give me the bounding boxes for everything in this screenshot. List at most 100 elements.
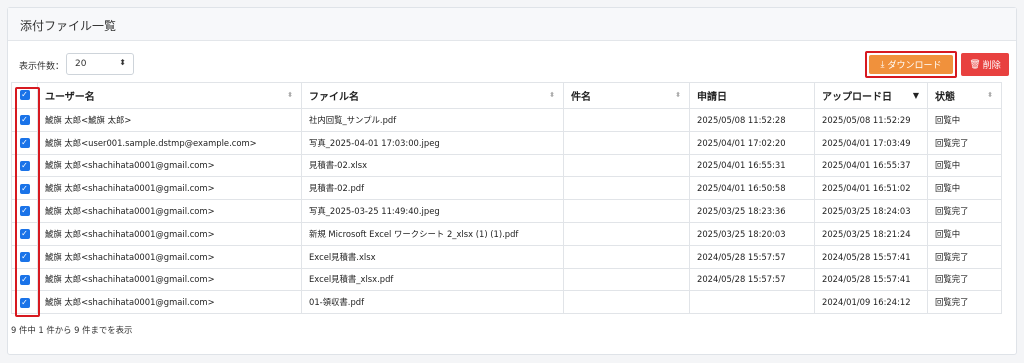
page-length-select[interactable]: 20 ⬍	[66, 53, 134, 75]
cell-status: 回覧完了	[927, 130, 1002, 155]
table-body: ✓ 鯱旗 太郎<鯱旗 太郎> 社内回覧_サンプル.pdf 2025/05/08 11:…	[11, 108, 1002, 315]
table-row[interactable]: ✓ 鯱旗 太郎<鯱旗 太郎> 社内回覧_サンプル.pdf 2025/05/08 11:…	[11, 108, 1002, 132]
page-length-label: 表示件数：	[19, 62, 65, 72]
column-header-filename[interactable]: ファイル名 ⬍	[301, 82, 564, 109]
cell-status: 回覧中	[927, 176, 1002, 201]
cell-applied-date: 2025/03/25 18:23:36	[689, 199, 815, 223]
cell-subject	[563, 221, 690, 246]
table-row[interactable]: ✓ 鯱旗 太郎<user001.sample.dstmp@example.com>…	[11, 130, 1002, 155]
cell-user: 鯱旗 太郎<shachihata0001@gmail.com>	[37, 267, 302, 292]
cell-applied-date: 2024/05/28 15:57:57	[689, 267, 815, 292]
checkbox-checked-icon: ✓	[19, 274, 30, 285]
cell-user: 鯱旗 太郎<shachihata0001@gmail.com>	[37, 290, 302, 315]
delete-label: 削除	[982, 61, 1001, 71]
cell-applied-date: 2025/04/01 16:55:31	[689, 153, 815, 178]
cell-subject	[563, 267, 690, 292]
cell-upload-date: 2025/05/08 11:52:29	[814, 108, 928, 132]
cell-filename: 写真_2025-03-25 11:49:40.jpeg	[301, 199, 564, 223]
page-length-value: 20	[75, 59, 87, 69]
cell-upload-date: 2025/04/01 17:03:49	[814, 130, 928, 155]
cell-user: 鯱旗 太郎<shachihata0001@gmail.com>	[37, 176, 302, 201]
cell-subject	[563, 108, 690, 132]
attachments-table: ✓ ユーザー名 ⬍ ファイル名 ⬍ 件名 ⬍ 申請日 アップロード日 ▼ 状態 ⬍ ✓ 鯱旗…	[11, 82, 1002, 315]
cell-subject	[563, 244, 690, 269]
table-row[interactable]: ✓ 鯱旗 太郎<shachihata0001@gmail.com> 新規 Micro…	[11, 221, 1002, 246]
sort-desc-icon: ▼	[912, 91, 919, 100]
table-row[interactable]: ✓ 鯱旗 太郎<shachihata0001@gmail.com> 写真_2025-…	[11, 199, 1002, 223]
cell-upload-date: 2025/04/01 16:55:37	[814, 153, 928, 178]
cell-status: 回覧完了	[927, 244, 1002, 269]
cell-subject	[563, 130, 690, 155]
cell-user: 鯱旗 太郎<鯱旗 太郎>	[37, 108, 302, 132]
row-checkbox[interactable]: ✓	[11, 176, 38, 201]
cell-upload-date: 2024/05/28 15:57:41	[814, 244, 928, 269]
row-checkbox[interactable]: ✓	[11, 267, 38, 292]
column-header-subject[interactable]: 件名 ⬍	[563, 82, 690, 109]
cell-applied-date: 2025/04/01 17:02:20	[689, 130, 815, 155]
cell-subject	[563, 290, 690, 315]
table-row[interactable]: ✓ 鯱旗 太郎<shachihata0001@gmail.com> Excel見積書…	[11, 244, 1002, 269]
cell-status: 回覧完了	[927, 267, 1002, 292]
cell-subject	[563, 153, 690, 178]
sort-icon: ⬍	[987, 91, 993, 99]
download-highlight-box: ⤓ ダウンロード	[865, 51, 957, 78]
cell-filename: Excel見積書_xlsx.pdf	[301, 267, 564, 292]
download-button[interactable]: ⤓ ダウンロード	[869, 55, 953, 74]
row-checkbox[interactable]: ✓	[11, 221, 38, 246]
table-row[interactable]: ✓ 鯱旗 太郎<shachihata0001@gmail.com> Excel見積書…	[11, 267, 1002, 292]
table-row[interactable]: ✓ 鯱旗 太郎<shachihata0001@gmail.com> 01-領収書.p…	[11, 290, 1002, 315]
cell-filename: 新規 Microsoft Excel ワークシート 2_xlsx (1) (1)…	[301, 221, 564, 246]
cell-user: 鯱旗 太郎<shachihata0001@gmail.com>	[37, 221, 302, 246]
column-header-user[interactable]: ユーザー名 ⬍	[37, 82, 302, 109]
cell-applied-date	[689, 290, 815, 315]
column-header-status[interactable]: 状態 ⬍	[927, 82, 1002, 109]
cell-upload-date: 2025/03/25 18:24:03	[814, 199, 928, 223]
select-all-checkbox[interactable]: ✓	[11, 82, 38, 109]
download-label: ダウンロード	[887, 61, 942, 71]
delete-button[interactable]: 🗑 削除	[961, 53, 1009, 76]
cell-user: 鯱旗 太郎<user001.sample.dstmp@example.com>	[37, 130, 302, 155]
cell-subject	[563, 199, 690, 223]
cell-applied-date: 2025/03/25 18:20:03	[689, 221, 815, 246]
row-checkbox[interactable]: ✓	[11, 108, 38, 132]
checkbox-checked-icon: ✓	[19, 90, 30, 100]
row-checkbox[interactable]: ✓	[11, 244, 38, 269]
cell-user: 鯱旗 太郎<shachihata0001@gmail.com>	[37, 153, 302, 178]
cell-filename: 01-領収書.pdf	[301, 290, 564, 315]
checkbox-checked-icon: ✓	[19, 115, 30, 126]
row-checkbox[interactable]: ✓	[11, 130, 38, 155]
cell-status: 回覧中	[927, 221, 1002, 246]
cell-filename: 見積書-02.pdf	[301, 176, 564, 201]
cell-user: 鯱旗 太郎<shachihata0001@gmail.com>	[37, 199, 302, 223]
trash-icon: 🗑	[969, 59, 981, 70]
cell-filename: 見積書-02.xlsx	[301, 153, 564, 178]
column-header-upload-date[interactable]: アップロード日 ▼	[814, 82, 928, 109]
table-info: 9 件中 1 件から 9 件までを表示	[11, 325, 133, 335]
cell-status: 回覧中	[927, 108, 1002, 132]
cell-filename: Excel見積書.xlsx	[301, 244, 564, 269]
checkbox-checked-icon: ✓	[19, 206, 30, 217]
row-checkbox[interactable]: ✓	[11, 199, 38, 223]
cell-applied-date: 2024/05/28 15:57:57	[689, 244, 815, 269]
checkbox-checked-icon: ✓	[19, 229, 30, 240]
cell-status: 回覧完了	[927, 199, 1002, 223]
cell-status: 回覧完了	[927, 290, 1002, 315]
cell-subject	[563, 176, 690, 201]
table-row[interactable]: ✓ 鯱旗 太郎<shachihata0001@gmail.com> 見積書-02.p…	[11, 176, 1002, 201]
cell-upload-date: 2025/04/01 16:51:02	[814, 176, 928, 201]
table-row[interactable]: ✓ 鯱旗 太郎<shachihata0001@gmail.com> 見積書-02.x…	[11, 153, 1002, 178]
sort-icon: ⬍	[549, 91, 555, 99]
cell-filename: 写真_2025-04-01 17:03:00.jpeg	[301, 130, 564, 155]
row-checkbox[interactable]: ✓	[11, 153, 38, 178]
checkbox-checked-icon: ✓	[19, 137, 30, 148]
column-header-applied-date[interactable]: 申請日	[689, 82, 815, 109]
cell-upload-date: 2024/05/28 15:57:41	[814, 267, 928, 292]
checkbox-checked-icon: ✓	[19, 251, 30, 262]
download-icon: ⤓	[880, 59, 885, 70]
checkbox-checked-icon: ✓	[19, 297, 30, 308]
row-checkbox[interactable]: ✓	[11, 290, 38, 315]
select-arrows-icon: ⬍	[119, 58, 126, 67]
panel-title: 添付ファイル一覧	[8, 8, 1016, 41]
table-header-row: ✓ ユーザー名 ⬍ ファイル名 ⬍ 件名 ⬍ 申請日 アップロード日 ▼ 状態 ⬍	[11, 82, 1002, 109]
sort-icon: ⬍	[287, 91, 293, 99]
